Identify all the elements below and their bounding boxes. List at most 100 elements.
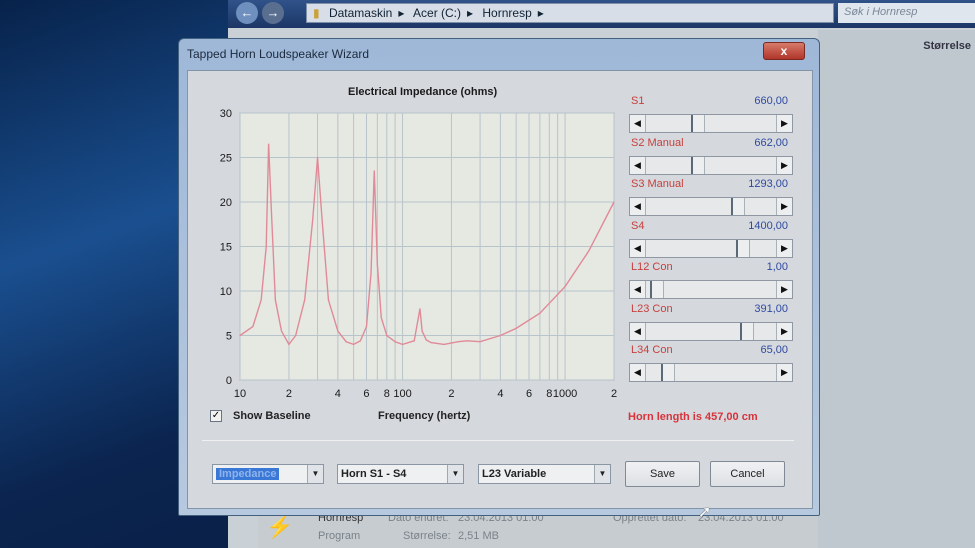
data-point [413,340,415,342]
cancel-button[interactable]: Cancel [710,461,785,487]
chart-type-select[interactable]: Impedance ▼ [212,464,324,484]
breadcrumb-item[interactable]: Datamaskin [329,6,392,20]
data-point [274,299,276,301]
parameter-scrollbar[interactable]: ◀ ▶ [629,321,793,341]
data-point [252,326,254,328]
slider-value: 1400,00 [748,219,788,232]
close-button[interactable]: x [763,42,805,60]
program-icon: ⚡ [266,514,294,539]
data-point [430,342,432,344]
data-point [327,299,330,301]
parameter-scrollbar[interactable]: ◀ ▶ [629,197,793,216]
data-point [401,343,404,345]
chevron-down-icon[interactable]: ▼ [447,465,463,483]
scroll-left-arrow-icon[interactable]: ◀ [630,239,646,257]
details-type: Program [318,530,361,542]
data-point [425,339,427,341]
variable-value: L23 Variable [482,468,547,480]
horn-select[interactable]: Horn S1 - S4 ▼ [337,464,464,484]
scroll-right-arrow-icon[interactable]: ▶ [776,115,792,132]
y-tick-label: 20 [220,197,232,209]
parameter-scrollbar[interactable]: ◀ ▶ [629,280,793,299]
scrollbar-thumb[interactable] [649,281,664,298]
data-point [479,341,481,343]
slider-value: 65,00 [760,344,788,356]
slider-value: 660,00 [754,95,788,107]
variable-select[interactable]: L23 Variable ▼ [478,464,611,484]
data-point [373,170,375,172]
scroll-left-arrow-icon[interactable]: ◀ [630,322,646,340]
horn-length-text: Horn length is 457,00 cm [628,411,758,423]
scroll-left-arrow-icon[interactable]: ◀ [630,115,646,132]
data-point [321,219,323,221]
slider-label: L34 Con [631,344,673,356]
x-tick-label: 8 [384,388,390,400]
x-tick-label: 10 [234,388,246,400]
scroll-left-arrow-icon[interactable]: ◀ [630,281,646,298]
x-tick-label: 100 [393,388,411,400]
data-point [380,317,382,319]
x-tick-label: 4 [335,388,341,400]
chevron-down-icon[interactable]: ▼ [594,465,610,483]
scroll-right-arrow-icon[interactable]: ▶ [776,239,792,257]
scroll-right-arrow-icon[interactable]: ▶ [776,156,792,174]
y-tick-label: 10 [220,286,232,298]
details-size-label: Størrelse: [403,530,451,542]
search-input[interactable]: Søk i Hornresp [838,3,975,23]
slider-value: 1,00 [766,261,788,273]
data-point [466,340,468,342]
scrollbar-thumb[interactable] [661,364,676,381]
chevron-down-icon[interactable]: ▼ [307,465,323,483]
separator [202,440,794,441]
show-baseline-label[interactable]: Show Baseline [233,410,311,422]
parameter-scrollbar[interactable]: ◀ ▶ [629,155,793,175]
x-tick-label: 6 [526,388,532,400]
scroll-right-arrow-icon[interactable]: ▶ [776,322,792,340]
scrollbar-thumb[interactable] [740,322,755,340]
parameter-scrollbar[interactable]: ◀ ▶ [629,363,793,382]
scroll-left-arrow-icon[interactable]: ◀ [630,364,646,381]
address-bar[interactable]: ▮ Datamaskin ▸ Acer (C:) ▸ Hornresp ▸ [306,3,834,23]
parameter-scrollbar[interactable]: ◀ ▶ [629,238,793,258]
save-button[interactable]: Save [625,461,700,487]
data-point [376,263,378,265]
data-point [419,308,421,310]
data-point [304,299,306,301]
dialog-title: Tapped Horn Loudspeaker Wizard [187,47,370,61]
y-tick-label: 5 [226,331,232,343]
data-point [386,334,388,337]
x-tick-label: 6 [363,388,369,400]
explorer-toolbar: ← → ▮ Datamaskin ▸ Acer (C:) ▸ Hornresp ▸ S… [228,0,975,28]
scrollbar-thumb[interactable] [735,239,750,257]
breadcrumb-item[interactable]: Acer (C:) [413,6,461,20]
slider-label: L12 Con [631,261,673,273]
scrollbar-thumb[interactable] [690,156,705,174]
scrollbar-thumb[interactable] [730,198,745,215]
scroll-left-arrow-icon[interactable]: ◀ [630,156,646,174]
horn-value: Horn S1 - S4 [341,468,407,480]
slider-value: 1293,00 [748,178,788,190]
back-button[interactable]: ← [236,2,258,24]
y-tick-label: 25 [220,153,232,165]
show-baseline-checkbox[interactable]: ✓ [210,410,222,422]
slider-label: L23 Con [631,302,673,315]
scroll-left-arrow-icon[interactable]: ◀ [630,198,646,215]
scroll-right-arrow-icon[interactable]: ▶ [776,364,792,381]
data-point [365,326,368,328]
scrollbar-thumb[interactable] [690,115,705,132]
details-size: 2,51 MB [458,530,499,542]
y-tick-label: 15 [220,242,232,254]
forward-button[interactable]: → [262,2,284,24]
breadcrumb-item[interactable]: Hornresp [482,6,531,20]
data-point [588,250,590,252]
scroll-right-arrow-icon[interactable]: ▶ [776,281,792,298]
data-point [564,285,566,288]
column-header-size[interactable]: Størrelse [923,40,971,52]
data-point [288,343,290,345]
data-point [539,312,541,314]
file-list [818,30,975,548]
chart-title: Electrical Impedance (ohms) [348,86,498,98]
data-point [265,245,267,248]
parameter-scrollbar[interactable]: ◀ ▶ [629,114,793,133]
scroll-right-arrow-icon[interactable]: ▶ [776,198,792,215]
